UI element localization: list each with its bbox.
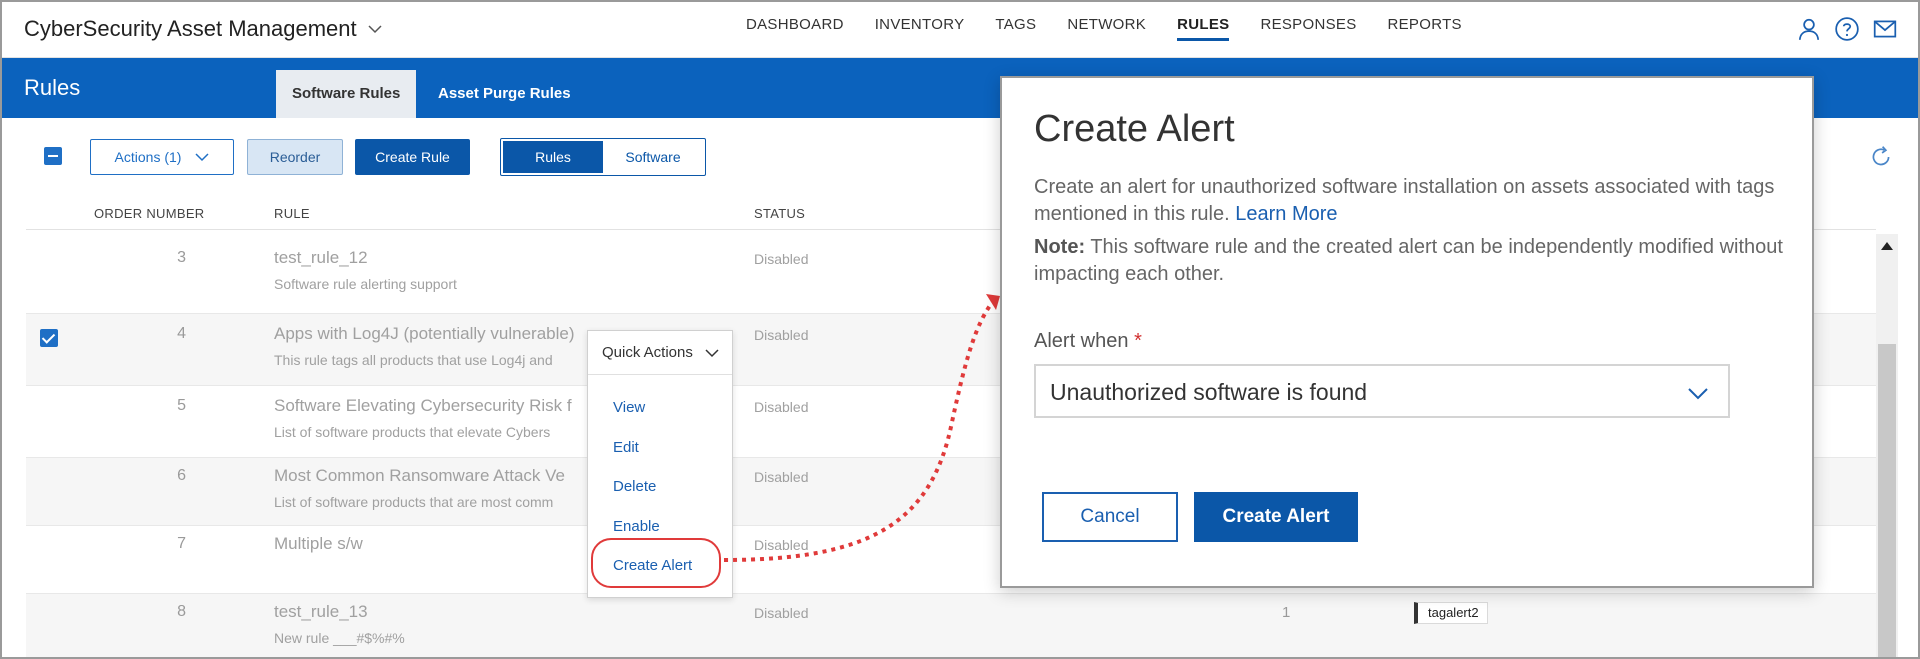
rule-name[interactable]: Most Common Ransomware Attack Ve [274,466,565,486]
dialog-note: Note: This software rule and the created… [1034,234,1794,288]
actions-label: Actions (1) [114,149,182,165]
chevron-down-icon [1688,388,1708,400]
alert-when-label: Alert when * [1034,330,1142,353]
cancel-button[interactable]: Cancel [1042,492,1178,542]
select-all-checkbox[interactable] [44,147,62,165]
dialog-title: Create Alert [1034,108,1235,150]
top-navigation: CyberSecurity Asset Management DASHBOARD… [2,2,1918,58]
table-row[interactable]: 8 test_rule_13 New rule ___#$%#% Disable… [26,594,1876,657]
rule-status: Disabled [754,469,809,485]
chevron-down-icon [705,349,719,358]
page-title: Rules [24,75,81,100]
header-order-number[interactable]: ORDER NUMBER [94,206,205,221]
learn-more-link[interactable]: Learn More [1235,203,1337,225]
description-text: Create an alert for unauthorized softwar… [1034,176,1775,225]
highlight-circle [591,538,721,588]
rule-name[interactable]: Apps with Log4J (potentially vulnerable) [274,324,575,344]
refresh-icon[interactable] [1868,144,1894,170]
rule-status: Disabled [754,399,809,415]
order-number: 5 [177,397,186,414]
rule-description: Software rule alerting support [274,276,457,292]
nav-dashboard[interactable]: DASHBOARD [746,16,844,41]
header-rule[interactable]: RULE [274,206,310,221]
nav-reports[interactable]: REPORTS [1388,16,1462,41]
chevron-down-icon [195,153,209,162]
rule-description: List of software products that are most … [274,494,554,510]
window-frame: CyberSecurity Asset Management DASHBOARD… [0,0,1920,659]
quick-actions-header[interactable]: Quick Actions [588,331,732,375]
menu-item-enable[interactable]: Enable [613,518,660,535]
actions-dropdown[interactable]: Actions (1) [90,139,234,175]
alert-when-text: Alert when [1034,330,1129,352]
nav-rules[interactable]: RULES [1177,16,1230,41]
quick-actions-title: Quick Actions [602,344,693,361]
order-number: 4 [177,325,186,342]
mail-icon[interactable] [1872,16,1898,42]
alert-when-select[interactable]: Unauthorized software is found [1034,364,1730,418]
order-number: 6 [177,467,186,484]
note-label: Note: [1034,236,1086,258]
view-toggle: Rules Software [500,138,706,176]
rule-status: Disabled [754,537,809,553]
create-rule-button[interactable]: Create Rule [355,139,470,175]
rule-name[interactable]: test_rule_12 [274,248,368,268]
note-text: This software rule and the created alert… [1034,236,1783,285]
create-alert-button[interactable]: Create Alert [1194,492,1358,542]
reorder-button[interactable]: Reorder [247,139,343,175]
menu-item-view[interactable]: View [613,399,645,416]
top-icons [1796,16,1898,42]
asset-count: 1 [1282,604,1291,621]
nav-inventory[interactable]: INVENTORY [875,16,965,41]
order-number: 3 [177,249,186,266]
user-icon[interactable] [1796,16,1822,42]
chevron-down-icon[interactable] [368,22,382,36]
tag-badge[interactable]: tagalert2 [1414,602,1488,624]
rule-description: This rule tags all products that use Log… [274,352,553,368]
header-status[interactable]: STATUS [754,206,805,221]
scroll-up-arrow-icon[interactable] [1881,242,1893,250]
create-alert-dialog: Create Alert Create an alert for unautho… [1000,76,1814,588]
app-title: CyberSecurity Asset Management [24,16,357,41]
menu-item-delete[interactable]: Delete [613,478,656,495]
vertical-scrollbar[interactable] [1876,234,1898,657]
order-number: 7 [177,535,186,552]
nav-responses[interactable]: RESPONSES [1260,16,1356,41]
toggle-rules[interactable]: Rules [503,141,603,173]
menu-item-edit[interactable]: Edit [613,439,639,456]
rule-status: Disabled [754,251,809,267]
alert-when-value: Unauthorized software is found [1050,379,1368,405]
rule-name[interactable]: Multiple s/w [274,534,363,554]
order-number: 8 [177,603,186,620]
dialog-description: Create an alert for unauthorized softwar… [1034,174,1794,228]
scroll-thumb[interactable] [1878,344,1896,657]
tab-asset-purge-rules[interactable]: Asset Purge Rules [422,70,587,118]
nav-tags[interactable]: TAGS [995,16,1036,41]
required-mark: * [1134,330,1142,352]
main-nav: DASHBOARD INVENTORY TAGS NETWORK RULES R… [746,16,1493,41]
rule-name[interactable]: test_rule_13 [274,602,368,622]
toggle-software[interactable]: Software [603,141,703,173]
rule-description: New rule ___#$%#% [274,630,405,646]
nav-network[interactable]: NETWORK [1067,16,1146,41]
tab-software-rules[interactable]: Software Rules [276,70,417,118]
rule-name[interactable]: Software Elevating Cybersecurity Risk f [274,396,572,416]
help-icon[interactable] [1834,16,1860,42]
rule-status: Disabled [754,327,809,343]
rule-description: List of software products that elevate C… [274,424,551,440]
rule-status: Disabled [754,605,809,621]
